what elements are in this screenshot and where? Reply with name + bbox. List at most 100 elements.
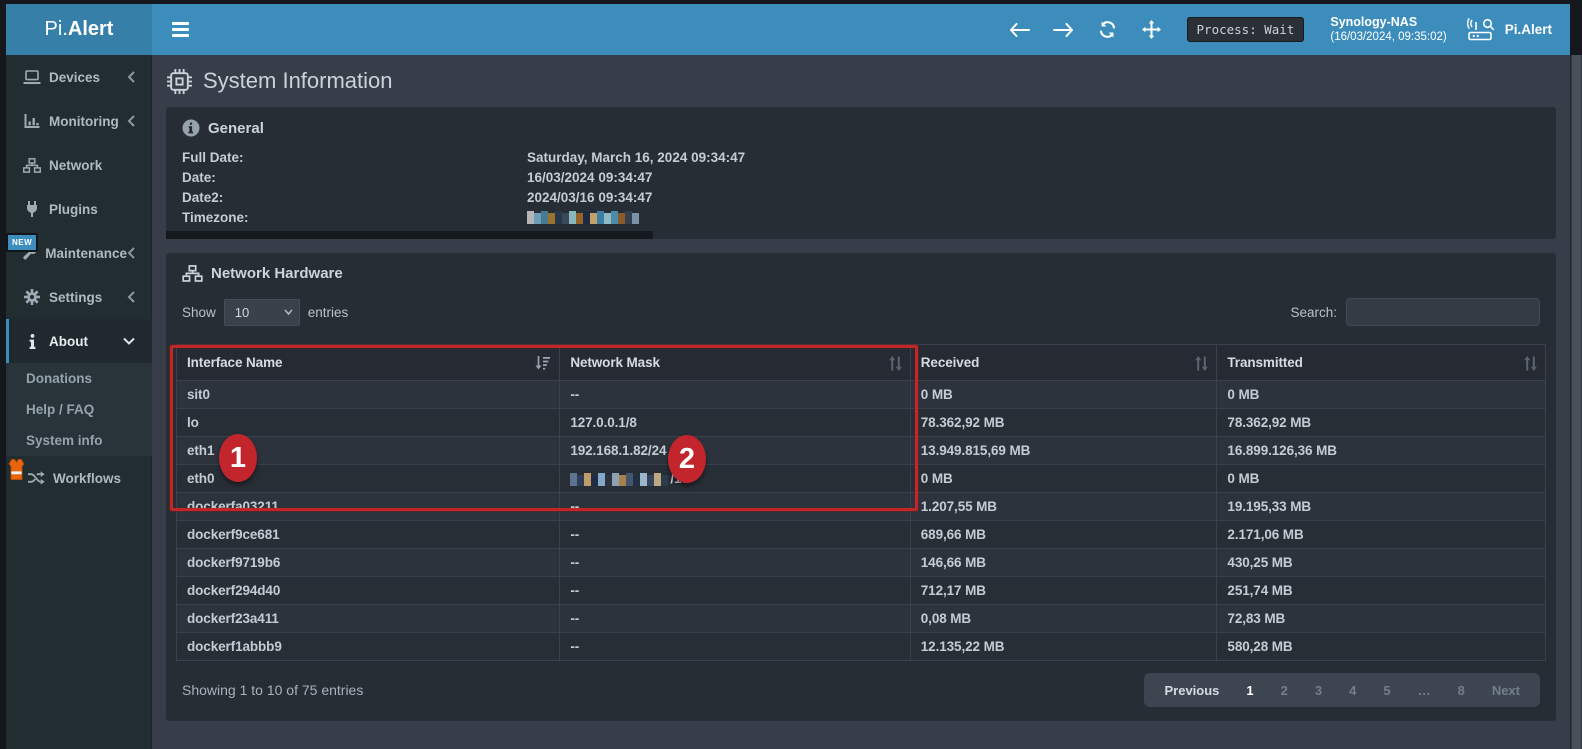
sidebar-item-settings[interactable]: Settings — [6, 275, 152, 319]
sidebar-toggle-button[interactable] — [166, 13, 200, 47]
search-label: Search: — [1290, 305, 1337, 320]
move-fullscreen-button[interactable] — [1137, 15, 1167, 45]
app-window: Pi.Alert — [6, 4, 1570, 749]
arrow-right-icon — [1053, 23, 1074, 37]
about-submenu: Donations Help / FAQ System info — [6, 363, 152, 456]
column-header-network-mask[interactable]: Network Mask — [560, 345, 910, 381]
host-name: Synology-NAS — [1330, 14, 1446, 30]
cell-transmitted: 251,74 MB — [1217, 577, 1546, 605]
general-row-label: Date2: — [182, 190, 527, 205]
general-panel: General Full Date: Saturday, March 16, 2… — [166, 107, 1556, 239]
cell-transmitted: 16.899.126,36 MB — [1217, 437, 1546, 465]
column-header-interface-name[interactable]: Interface Name — [177, 345, 560, 381]
refresh-icon — [1098, 21, 1117, 38]
pagination-page-3[interactable]: 3 — [1315, 683, 1322, 698]
network-hardware-title: Network Hardware — [211, 265, 343, 282]
cell-received: 12.135,22 MB — [910, 633, 1217, 661]
table-row: dockerf1abbb9 -- 12.135,22 MB 580,28 MB — [177, 633, 1546, 661]
nav-forward-button[interactable] — [1049, 15, 1079, 45]
cell-network-mask: -- — [560, 577, 910, 605]
cell-received: 0,08 MB — [910, 605, 1217, 633]
network-hardware-panel: Network Hardware Show 10 entries — [166, 253, 1556, 721]
general-row: Date: 16/03/2024 09:34:47 — [182, 167, 1546, 187]
table-row: sit0 -- 0 MB 0 MB — [177, 381, 1546, 409]
column-header-transmitted[interactable]: Transmitted — [1217, 345, 1546, 381]
column-header-received[interactable]: Received — [910, 345, 1217, 381]
sidebar-item-network[interactable]: Network — [6, 143, 152, 187]
cell-network-mask: -- — [560, 605, 910, 633]
cell-received: 712,17 MB — [910, 577, 1217, 605]
pagination-page-2[interactable]: 2 — [1281, 683, 1288, 698]
showing-entries-text: Showing 1 to 10 of 75 entries — [182, 682, 363, 698]
table-row: eth0 /16 0 MB 0 MB — [177, 465, 1546, 493]
cell-received: 0 MB — [910, 381, 1217, 409]
cell-received: 78.362,92 MB — [910, 409, 1217, 437]
nav-back-button[interactable] — [1005, 15, 1035, 45]
show-label: Show — [182, 305, 216, 320]
top-navbar: Pi.Alert — [6, 4, 1570, 55]
sort-both-icon — [1195, 356, 1208, 371]
cell-transmitted: 580,28 MB — [1217, 633, 1546, 661]
cell-interface-name: dockerf9ce681 — [177, 521, 560, 549]
network-hardware-header: Network Hardware — [176, 265, 1546, 282]
cell-interface-name: dockerf294d40 — [177, 577, 560, 605]
sidebar-item-label: Workflows — [53, 471, 121, 486]
scrollbar-thumb[interactable] — [1572, 55, 1581, 749]
cell-network-mask: -- — [560, 521, 910, 549]
interfaces-table: Interface Name Network Mask Received — [176, 344, 1546, 661]
cell-interface-name: eth0 — [177, 465, 560, 493]
chevron-left-icon — [127, 115, 135, 127]
sidebar-subitem-donations[interactable]: Donations — [6, 363, 152, 394]
page-scrollbar[interactable] — [1570, 55, 1582, 749]
entries-select[interactable]: 10 — [224, 299, 300, 326]
pagination-previous-button[interactable]: Previous — [1164, 683, 1219, 698]
sidebar-item-about[interactable]: About — [6, 319, 152, 363]
sitemap-icon — [22, 158, 42, 173]
pagination-page-8[interactable]: 8 — [1458, 683, 1465, 698]
logo-text-pi: Pi. — [45, 18, 68, 41]
table-row: dockerf23a411 -- 0,08 MB 72,83 MB — [177, 605, 1546, 633]
sidebar-item-devices[interactable]: Devices — [6, 55, 152, 99]
cell-transmitted: 78.362,92 MB — [1217, 409, 1546, 437]
general-row: Date2: 2024/03/16 09:34:47 — [182, 187, 1546, 207]
sidebar-item-label: Devices — [49, 70, 100, 85]
pagination-ellipsis: … — [1418, 683, 1431, 698]
entries-control: Show 10 entries — [182, 299, 348, 326]
sidebar-item-monitoring[interactable]: Monitoring — [6, 99, 152, 143]
table-header-row: Interface Name Network Mask Received — [177, 345, 1546, 381]
sidebar-item-label: Maintenance — [45, 246, 127, 261]
shuffle-icon — [26, 471, 46, 485]
host-info: Synology-NAS (16/03/2024, 09:35:02) — [1330, 14, 1446, 45]
general-row-value: 16/03/2024 09:34:47 — [527, 170, 652, 185]
pagination-page-1[interactable]: 1 — [1246, 683, 1253, 698]
sidebar-subitem-help-faq[interactable]: Help / FAQ — [6, 394, 152, 425]
cell-received: 0 MB — [910, 465, 1217, 493]
cell-received: 146,66 MB — [910, 549, 1217, 577]
sidebar-item-plugins[interactable]: Plugins — [6, 187, 152, 231]
refresh-button[interactable] — [1093, 15, 1123, 45]
cell-interface-name: dockerf9719b6 — [177, 549, 560, 577]
cell-interface-name: dockerfa03211 — [177, 493, 560, 521]
app-logo[interactable]: Pi.Alert — [6, 4, 152, 55]
cell-transmitted: 19.195,33 MB — [1217, 493, 1546, 521]
pagination-page-4[interactable]: 4 — [1349, 683, 1356, 698]
pagination: Previous 1 2 3 4 5 … 8 Next — [1144, 673, 1540, 707]
table-row: eth1 192.168.1.82/24 13.949.815,69 MB 16… — [177, 437, 1546, 465]
brand-label: Pi.Alert — [1505, 22, 1552, 37]
pixelated-redaction — [527, 211, 639, 224]
pagination-page-5[interactable]: 5 — [1383, 683, 1390, 698]
general-row: Full Date: Saturday, March 16, 2024 09:3… — [182, 147, 1546, 167]
sidebar-subitem-system-info[interactable]: System info — [6, 425, 152, 456]
brand-block[interactable]: Pi.Alert — [1467, 18, 1556, 42]
sidebar-item-label: About — [49, 334, 88, 349]
move-icon — [1142, 20, 1161, 39]
cell-network-mask: -- — [560, 381, 910, 409]
cell-network-mask: 127.0.0.1/8 — [560, 409, 910, 437]
cell-transmitted: 430,25 MB — [1217, 549, 1546, 577]
sidebar-item-maintenance[interactable]: NEW Maintenance — [6, 231, 152, 275]
sidebar-item-workflows[interactable]: Workflows — [6, 456, 152, 500]
search-input[interactable] — [1346, 298, 1540, 326]
sidebar-item-label: Network — [49, 158, 102, 173]
chevron-left-icon — [127, 71, 135, 83]
pagination-next-button[interactable]: Next — [1492, 683, 1520, 698]
